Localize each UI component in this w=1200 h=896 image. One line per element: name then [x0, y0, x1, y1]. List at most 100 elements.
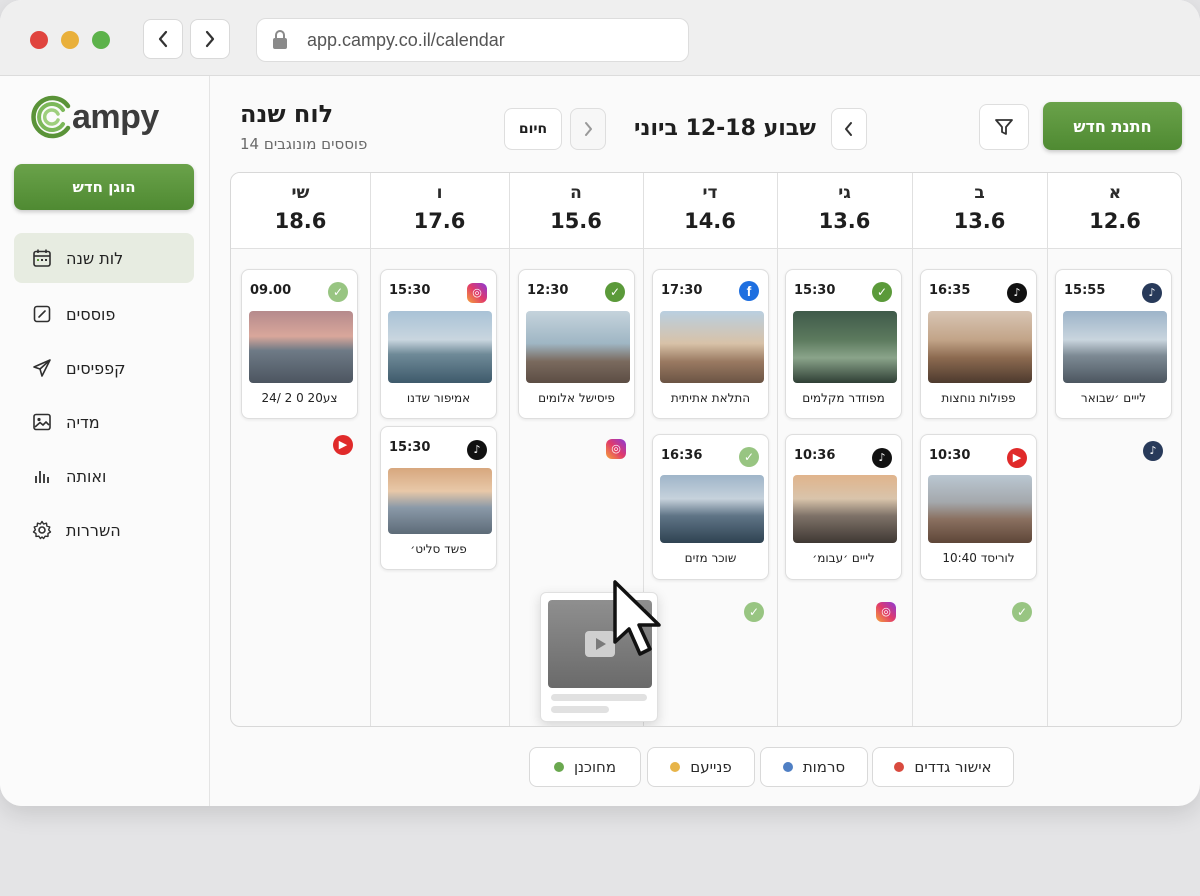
lock-icon	[273, 30, 287, 49]
post-thumbnail	[388, 468, 492, 534]
logo-mark	[31, 95, 71, 139]
post-time: 17:30	[661, 283, 703, 298]
back-button[interactable]	[143, 19, 183, 59]
sidebar: ampy הוגן חדש לות שנה פוססים קפפיסים מדי…	[0, 76, 210, 806]
post-caption: פשד סליט׳	[410, 542, 467, 556]
today-button[interactable]: חיום	[504, 108, 562, 150]
post-caption: לייים ׳שבואר	[1080, 391, 1147, 405]
post-time: 09.00	[250, 283, 292, 298]
check-icon: ✓	[1012, 601, 1032, 622]
day-name: די	[702, 183, 718, 203]
sidebar-item-analytics[interactable]: ואותה	[14, 451, 194, 501]
post-thumbnail	[660, 311, 764, 383]
post-time: 15:30	[794, 283, 836, 298]
tiktok-icon: ♪	[1007, 281, 1027, 303]
tiktok-icon: ♪	[1142, 281, 1162, 303]
column-divider	[509, 173, 510, 726]
legend-dot	[782, 762, 793, 772]
image-icon	[33, 413, 51, 431]
address-bar[interactable]: app.campy.co.il/calendar	[256, 18, 689, 62]
legend-label: אישור גדדים	[914, 758, 992, 776]
day-date: 12.6	[1089, 209, 1141, 233]
day-name: שי	[291, 183, 310, 203]
post-time: 15:55	[1064, 283, 1106, 298]
post-caption: שוכר מזים	[684, 551, 737, 565]
legend-item: סרמות	[760, 747, 868, 787]
post-thumbnail	[249, 311, 353, 383]
chevron-right-icon	[585, 122, 592, 136]
check-icon: ✓	[605, 281, 625, 302]
day-name: ב	[974, 183, 985, 203]
post-thumbnail	[1063, 311, 1167, 383]
close-window-dot[interactable]	[30, 31, 48, 49]
minimize-window-dot[interactable]	[61, 31, 79, 49]
legend-item: אישור גדדים	[872, 747, 1014, 787]
chevron-left-icon	[845, 122, 852, 136]
sidebar-item-media[interactable]: מדיה	[14, 397, 194, 447]
week-label: שבוע 12-18 ביוני	[634, 116, 816, 141]
day-header: ב 13.6	[912, 183, 1047, 233]
filter-icon	[995, 119, 1013, 135]
day-name: א	[1108, 183, 1122, 203]
post-card[interactable]: 15:55 ♪ לייים ׳שבואר	[1055, 269, 1172, 419]
day-header: ו 17.6	[370, 183, 509, 233]
maximize-window-dot[interactable]	[92, 31, 110, 49]
post-card[interactable]: 12:30 ✓ פיסישל אלומים	[518, 269, 635, 419]
check-icon: ✓	[328, 281, 348, 302]
post-card[interactable]: 15:30 ◎ אמיפור שדנו	[380, 269, 497, 419]
next-week-button[interactable]	[831, 108, 867, 150]
calendar-icon	[33, 249, 51, 267]
filter-button[interactable]	[979, 104, 1029, 150]
day-name: ו	[436, 183, 443, 203]
column-divider	[1047, 173, 1048, 726]
post-caption: לייים ׳עבומ׳	[812, 551, 875, 565]
create-post-button[interactable]: חתנת חדש	[1043, 102, 1182, 150]
calendar-grid: שי 18.6 ו 17.6 ה 15.6 די 14.6 גי 13.6 ב 13.6 א…	[230, 172, 1182, 727]
post-card[interactable]: 09.00 ✓ 24/ 2 0 20צע	[241, 269, 358, 419]
logo-word: ampy	[72, 97, 159, 136]
post-card[interactable]: 16:36 ✓ שוכר מזים	[652, 434, 769, 580]
post-time: 15:30	[389, 283, 431, 298]
post-card[interactable]: 10:30 ▶ 10:40 לוריסד	[920, 434, 1037, 580]
prev-week-button[interactable]	[570, 108, 606, 150]
day-name: גי	[838, 183, 851, 203]
post-card[interactable]: 15:30 ♪ פשד סליט׳	[380, 426, 497, 570]
legend-dot	[670, 762, 681, 772]
post-caption: התלאת אתיתית	[670, 391, 751, 405]
campy-logo: ampy	[30, 92, 159, 142]
post-thumbnail	[526, 311, 630, 383]
bar-chart-icon	[35, 471, 49, 483]
legend-label: סרמות	[802, 758, 846, 776]
sidebar-item-label: קפפיסים	[66, 358, 126, 378]
sidebar-item-calendar[interactable]: לות שנה	[14, 233, 194, 283]
check-icon: ✓	[872, 281, 892, 302]
post-thumbnail	[793, 475, 897, 543]
column-divider	[370, 173, 371, 726]
post-time: 12:30	[527, 283, 569, 298]
post-card[interactable]: 10:36 ♪ לייים ׳עבומ׳	[785, 434, 902, 580]
sidebar-item-campaigns[interactable]: קפפיסים	[14, 343, 194, 393]
today-button-label: חיום	[518, 121, 548, 137]
sidebar-item-settings[interactable]: השררות	[14, 505, 194, 555]
day-date: 17.6	[413, 209, 466, 233]
post-time: 16:35	[929, 283, 971, 298]
post-card[interactable]: 16:35 ♪ פפולות נוחצות	[920, 269, 1037, 419]
sidebar-item-posts[interactable]: פוססים	[14, 289, 194, 339]
post-caption: פיסישל אלומים	[538, 391, 615, 405]
youtube-icon: ▶	[1007, 446, 1027, 468]
sidebar-new-button[interactable]: הוגן חדש	[14, 164, 194, 210]
instagram-icon: ◎	[606, 437, 626, 459]
post-card[interactable]: 17:30 f התלאת אתיתית	[652, 269, 769, 419]
legend-label: פנייעם	[690, 758, 732, 776]
legend-item: פנייעם	[647, 747, 755, 787]
placeholder-line	[551, 694, 647, 701]
check-icon: ✓	[739, 446, 759, 467]
post-time: 15:30	[389, 440, 431, 455]
browser-window: app.campy.co.il/calendar ampy הוגן חדש ל…	[0, 0, 1200, 806]
post-caption: פפולות נוחצות	[941, 391, 1016, 405]
forward-button[interactable]	[190, 19, 230, 59]
day-header: די 14.6	[643, 183, 777, 233]
post-thumbnail	[660, 475, 764, 543]
post-card[interactable]: 15:30 ✓ מפוזדר מקלמים	[785, 269, 902, 419]
post-thumbnail	[793, 311, 897, 383]
